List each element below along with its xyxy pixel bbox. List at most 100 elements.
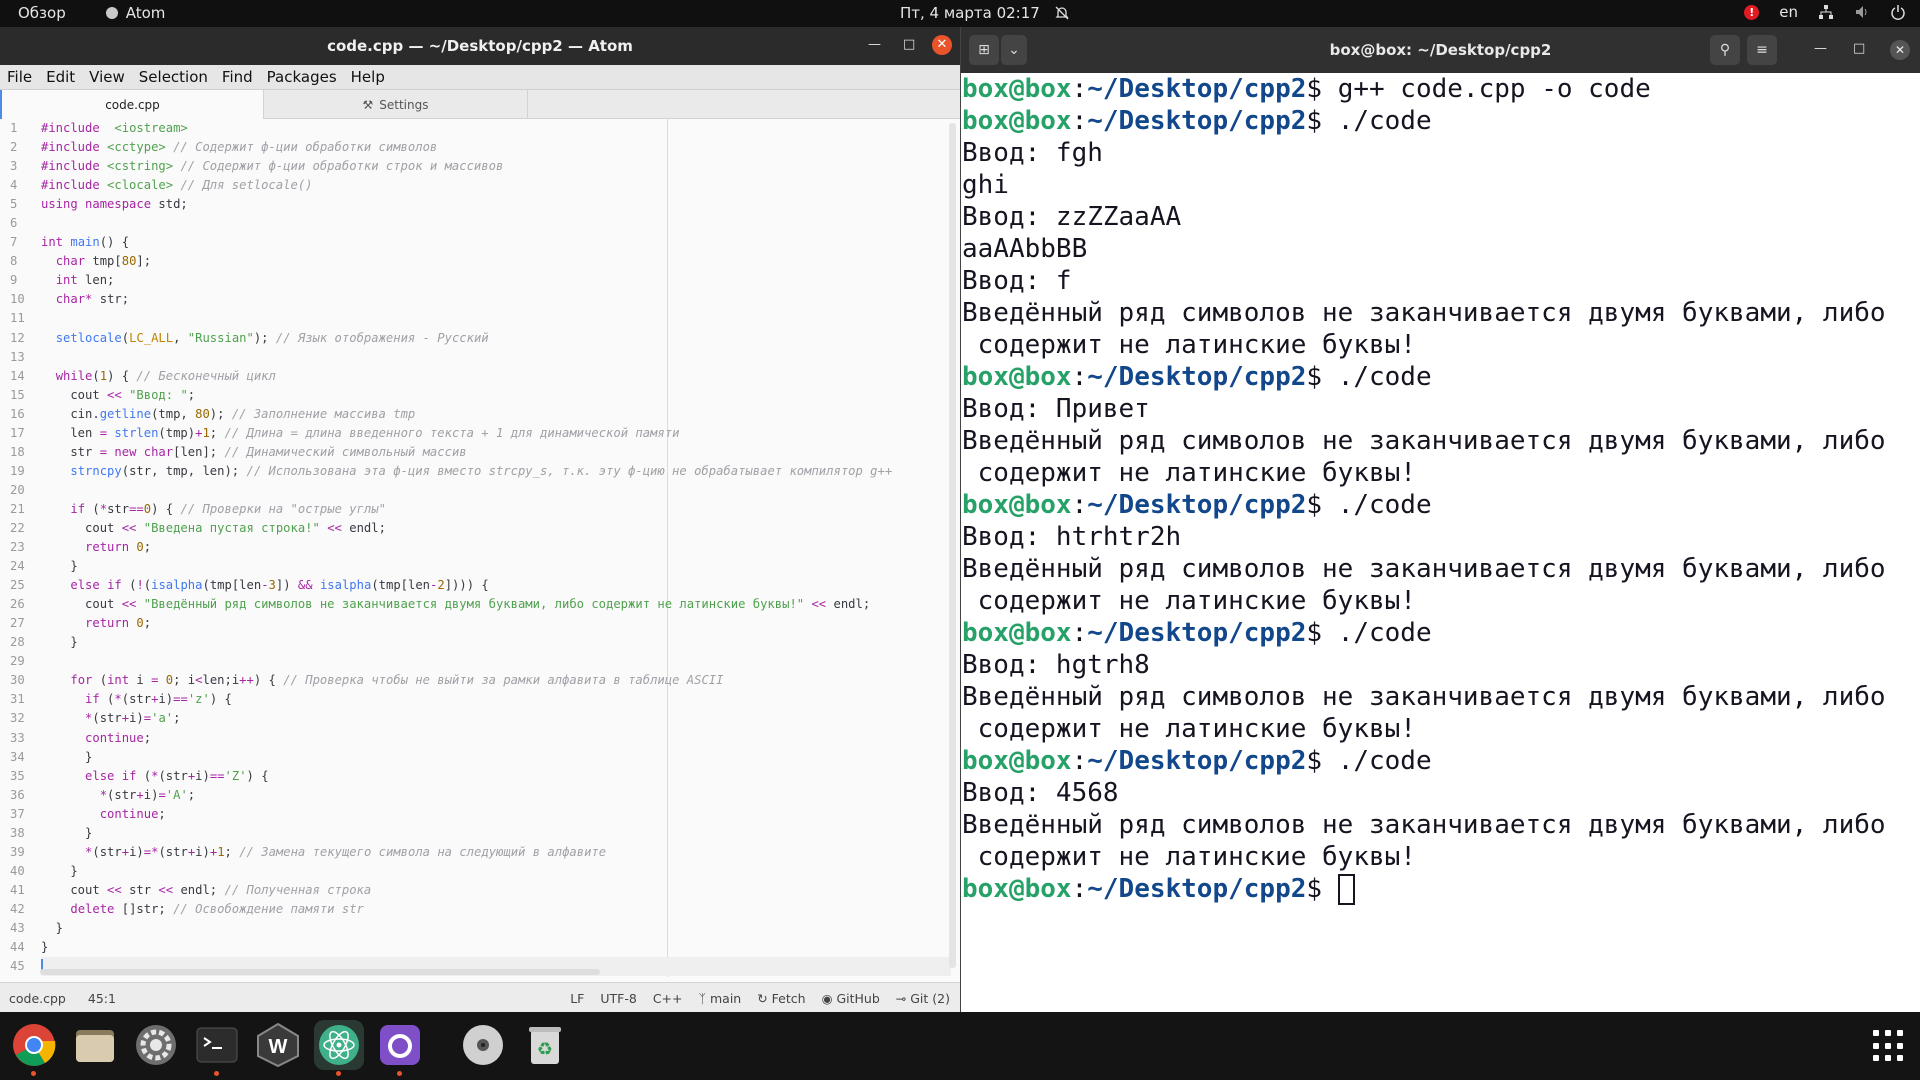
code-line[interactable]: if (*str==0) { // Проверки на "острые уг… xyxy=(41,500,951,519)
code-line[interactable]: int main() { xyxy=(41,233,951,252)
code-line[interactable]: #include <cstring> // Содержит ф-ции обр… xyxy=(41,157,951,176)
minimize-icon[interactable]: — xyxy=(868,37,881,52)
activities-button[interactable]: Обзор xyxy=(18,4,66,22)
maximize-icon[interactable]: □ xyxy=(903,37,915,52)
code-line[interactable]: while(1) { // Бесконечный цикл xyxy=(41,367,951,386)
code-line[interactable]: cout << "Введённый ряд символов не закан… xyxy=(41,595,951,614)
code-line[interactable]: } xyxy=(41,557,951,576)
search-icon[interactable]: ⚲ xyxy=(1710,35,1740,65)
code-line[interactable]: int len; xyxy=(41,271,951,290)
code-line[interactable]: char* str; xyxy=(41,290,951,309)
code-token: if xyxy=(107,578,122,593)
code-line[interactable]: cout << "Ввод: "; xyxy=(41,386,951,405)
code-line[interactable] xyxy=(41,652,951,671)
code-line[interactable]: continue; xyxy=(41,805,951,824)
menu-view[interactable]: View xyxy=(89,68,125,86)
code-line[interactable]: return 0; xyxy=(41,614,951,633)
menu-find[interactable]: Find xyxy=(222,68,253,86)
code-line[interactable]: *(str+i)=*(str+i)+1; // Замена текущего … xyxy=(41,843,951,862)
code-line[interactable]: cin.getline(tmp, 80); // Заполнение масс… xyxy=(41,405,951,424)
code-line[interactable]: return 0; xyxy=(41,538,951,557)
status-grammar[interactable]: C++ xyxy=(653,991,683,1006)
alert-badge[interactable]: ! xyxy=(1744,4,1760,20)
power-icon[interactable] xyxy=(1890,4,1906,20)
code-line[interactable]: } xyxy=(41,862,951,881)
dock-item-webstorm[interactable]: W xyxy=(253,1020,303,1070)
prompt-separator: : xyxy=(1071,618,1088,648)
status-git[interactable]: ⊸ Git (2) xyxy=(896,991,950,1006)
code-line[interactable]: } xyxy=(41,824,951,843)
hamburger-menu-icon[interactable]: ≡ xyxy=(1747,35,1777,65)
vertical-scrollbar[interactable] xyxy=(949,123,956,968)
code-line[interactable]: else if (!(isalpha(tmp[len-3]) && isalph… xyxy=(41,576,951,595)
close-icon[interactable]: ✕ xyxy=(932,35,952,55)
terminal-output[interactable]: box@box:~/Desktop/cpp2$ g++ code.cpp -o … xyxy=(961,73,1920,1012)
volume-icon[interactable] xyxy=(1854,4,1870,20)
code-line[interactable]: continue; xyxy=(41,729,951,748)
code-area[interactable]: #include <iostream> #include <cctype> // … xyxy=(41,119,951,977)
code-line[interactable] xyxy=(41,214,951,233)
status-file-name[interactable]: code.cpp xyxy=(9,991,66,1006)
code-line[interactable]: #include <iostream> xyxy=(41,119,951,138)
code-line[interactable]: str = new char[len]; // Динамический сим… xyxy=(41,443,951,462)
show-apps-icon[interactable] xyxy=(1873,1030,1905,1062)
code-line[interactable]: } xyxy=(41,938,951,957)
dock-item-trash[interactable]: ♻ xyxy=(520,1020,570,1070)
status-encoding[interactable]: UTF-8 xyxy=(600,991,636,1006)
horizontal-scrollbar[interactable] xyxy=(40,969,600,975)
dock-item-settings[interactable] xyxy=(131,1020,181,1070)
status-line-ending[interactable]: LF xyxy=(570,991,584,1006)
code-line[interactable]: using namespace std; xyxy=(41,195,951,214)
menu-file[interactable]: File xyxy=(7,68,32,86)
terminal-titlebar[interactable]: ⊞ ⌄ box@box: ~/Desktop/cpp2 ⚲ ≡ — □ ✕ xyxy=(961,27,1920,73)
minimize-icon[interactable]: — xyxy=(1814,41,1827,56)
status-branch[interactable]: ᛉ main xyxy=(699,991,742,1006)
code-token: } xyxy=(41,940,49,955)
menu-edit[interactable]: Edit xyxy=(46,68,75,86)
close-icon[interactable]: ✕ xyxy=(1890,40,1910,60)
code-line[interactable]: #include <clocale> // Для setlocale() xyxy=(41,176,951,195)
dock-item-chrome[interactable] xyxy=(9,1020,59,1076)
language-indicator[interactable]: en xyxy=(1779,3,1798,21)
code-line[interactable]: *(str+i)='A'; xyxy=(41,786,951,805)
code-line[interactable]: #include <cctype> // Содержит ф-ции обра… xyxy=(41,138,951,157)
code-line[interactable]: else if (*(str+i)=='Z') { xyxy=(41,767,951,786)
line-number: 3 xyxy=(10,159,18,174)
code-line[interactable]: cout << str << endl; // Полученная строк… xyxy=(41,881,951,900)
network-icon[interactable] xyxy=(1818,4,1834,20)
code-token: [len]; xyxy=(173,444,225,459)
status-fetch[interactable]: ↻ Fetch xyxy=(757,991,805,1006)
code-line[interactable] xyxy=(41,481,951,500)
code-editor[interactable]: 1 2 3 4 5 6 7 8 9 10 11 12 13 14 15 16 17 18 19 20 21 22 23 24 2… xyxy=(0,119,960,977)
maximize-icon[interactable]: □ xyxy=(1853,41,1865,56)
code-line[interactable]: *(str+i)='a'; xyxy=(41,709,951,728)
menu-help[interactable]: Help xyxy=(351,68,385,86)
code-line[interactable]: delete []str; // Освобождение памяти str xyxy=(41,900,951,919)
dock-item-github-desktop[interactable] xyxy=(375,1020,425,1076)
code-line[interactable] xyxy=(41,309,951,328)
tab-code-cpp[interactable]: code.cpp xyxy=(0,90,264,119)
code-line[interactable]: len = strlen(tmp)+1; // Длина = длина вв… xyxy=(41,424,951,443)
menu-packages[interactable]: Packages xyxy=(267,68,337,86)
code-line[interactable]: for (int i = 0; i<len;i++) { // Проверка… xyxy=(41,671,951,690)
dock-item-terminal[interactable] xyxy=(192,1020,242,1076)
atom-titlebar[interactable]: code.cpp — ~/Desktop/cpp2 — Atom — □ ✕ xyxy=(0,27,960,65)
code-line[interactable]: if (*(str+i)=='z') { xyxy=(41,690,951,709)
code-line[interactable]: } xyxy=(41,633,951,652)
tab-settings[interactable]: ⚒ Settings xyxy=(264,90,528,119)
code-line[interactable]: } xyxy=(41,748,951,767)
status-cursor-position[interactable]: 45:1 xyxy=(88,991,116,1006)
status-github[interactable]: ◉ GitHub xyxy=(822,991,880,1006)
clock[interactable]: Пт, 4 марта 02:17 xyxy=(900,4,1070,22)
app-menu[interactable]: Atom xyxy=(105,4,165,22)
code-line[interactable]: char tmp[80]; xyxy=(41,252,951,271)
code-line[interactable] xyxy=(41,348,951,367)
dock-item-atom[interactable] xyxy=(314,1020,364,1076)
menu-selection[interactable]: Selection xyxy=(139,68,208,86)
code-line[interactable]: } xyxy=(41,919,951,938)
dock-item-disc[interactable] xyxy=(458,1020,508,1070)
dock-item-files[interactable] xyxy=(70,1020,120,1070)
code-line[interactable]: cout << "Введена пустая строка!" << endl… xyxy=(41,519,951,538)
code-line[interactable]: strncpy(str, tmp, len); // Использована … xyxy=(41,462,951,481)
code-line[interactable]: setlocale(LC_ALL, "Russian"); // Язык от… xyxy=(41,329,951,348)
